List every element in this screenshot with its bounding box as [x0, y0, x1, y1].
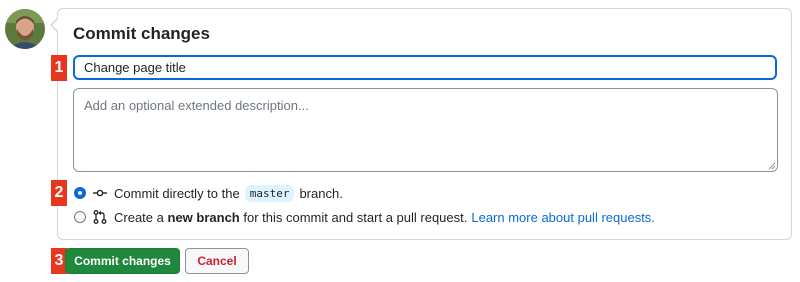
commit-direct-suffix: branch. [299, 185, 343, 201]
learn-more-pull-requests-link[interactable]: Learn more about pull requests. [471, 210, 655, 225]
new-branch-bold: new branch [167, 209, 240, 225]
avatar [5, 9, 45, 49]
resize-grip-icon[interactable] [768, 162, 776, 170]
commit-summary-input[interactable] [73, 55, 777, 80]
avatar-image [5, 9, 45, 49]
commit-direct-radio[interactable] [74, 187, 86, 199]
branch-name: master [244, 184, 295, 202]
commit-direct-label: Commit directly to the master branch. [114, 184, 343, 202]
commit-description-textarea[interactable] [73, 88, 778, 172]
git-commit-icon [93, 189, 107, 197]
step-marker-1: 1 [51, 55, 67, 81]
new-branch-prefix: Create a [114, 209, 164, 225]
new-branch-label: Create a new branch for this commit and … [114, 210, 655, 225]
new-branch-suffix: for this commit and start a pull request… [243, 209, 468, 225]
cancel-button[interactable]: Cancel [185, 248, 249, 274]
new-branch-radio[interactable] [74, 211, 86, 223]
commit-title: Commit changes [73, 24, 210, 43]
commit-direct-prefix: Commit directly to the [114, 185, 240, 201]
commit-changes-button[interactable]: Commit changes [65, 248, 180, 274]
new-branch-option[interactable]: Create a new branch for this commit and … [74, 208, 655, 226]
commit-direct-option[interactable]: Commit directly to the master branch. [74, 184, 343, 202]
comment-box-pointer-fill [52, 18, 59, 32]
git-pull-request-icon [93, 210, 107, 224]
step-marker-2: 2 [51, 180, 67, 206]
